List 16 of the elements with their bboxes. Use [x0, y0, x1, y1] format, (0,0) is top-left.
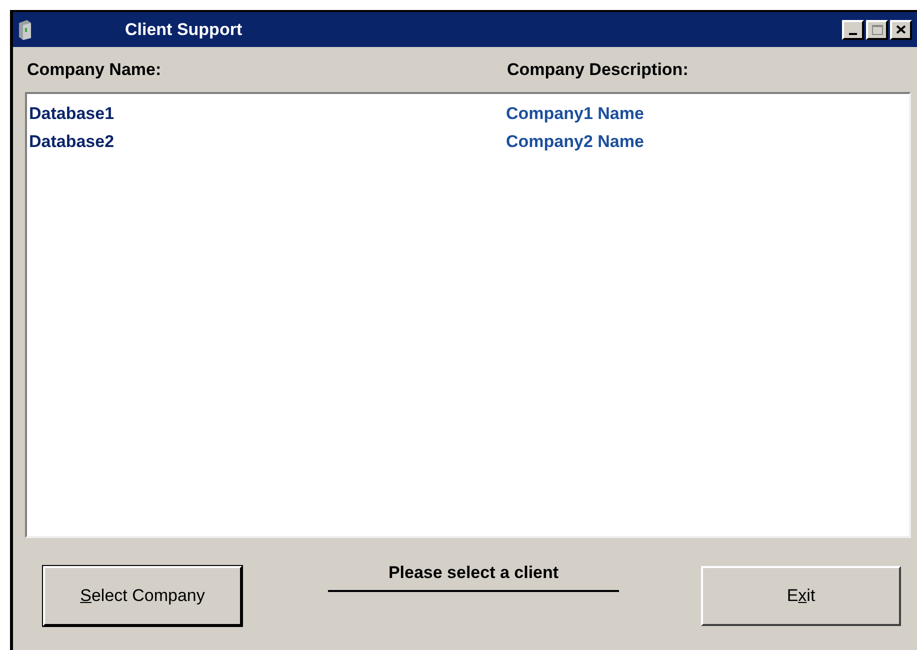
select-company-button[interactable]: Select Company — [43, 566, 242, 626]
column-header: Company Name: — [27, 58, 162, 81]
status-label: Please select a client — [328, 560, 619, 592]
table-cell-text: Company2 Name — [506, 131, 644, 154]
close-button[interactable] — [890, 20, 912, 40]
minimize-button[interactable] — [842, 20, 864, 40]
column-header: Company Description: — [507, 58, 688, 81]
app-icon — [17, 18, 33, 40]
window-title: Client Support — [125, 18, 244, 41]
close-icon — [896, 25, 906, 34]
exit-button[interactable]: Exit — [701, 566, 901, 626]
list-item[interactable]: Database2 — [29, 129, 506, 155]
maximize-button[interactable] — [866, 20, 888, 40]
list-item[interactable]: Database1 — [29, 101, 506, 127]
company-list[interactable]: Database1 Company1 Name Database2 Company2 Name — [25, 92, 911, 538]
table-cell-text: Company1 Name — [506, 103, 644, 126]
